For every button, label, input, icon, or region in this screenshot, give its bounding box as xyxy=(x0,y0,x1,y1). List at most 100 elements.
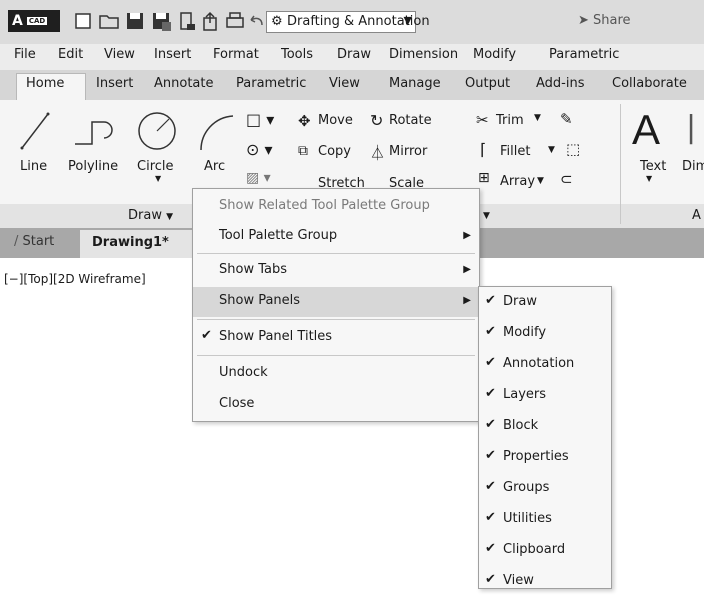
menu-view[interactable]: View xyxy=(104,47,135,62)
tab-annotate[interactable]: Annotate xyxy=(154,76,213,91)
ellipse-icon[interactable]: ⊙ ▾ xyxy=(246,140,273,159)
menu-draw[interactable]: Draw xyxy=(337,47,371,62)
menu-item-undock[interactable]: Undock xyxy=(193,359,479,389)
line-icon[interactable] xyxy=(20,112,50,150)
menu-item-close[interactable]: Close xyxy=(193,390,479,420)
submenu-item-annotation[interactable]: ✔ Annotation xyxy=(479,349,611,380)
menu-item-show-tabs[interactable]: Show Tabs ▶ xyxy=(193,256,479,286)
checkmark-icon: ✔ xyxy=(485,324,496,339)
save-as-icon[interactable] xyxy=(150,10,172,32)
submenu-arrow-icon: ▶ xyxy=(463,264,471,275)
copy-tool[interactable]: Copy xyxy=(318,144,351,159)
rectangle-icon[interactable]: □ ▾ xyxy=(246,110,274,129)
array-icon: ⊞ xyxy=(478,170,490,186)
file-tab-drawing[interactable]: Drawing1* xyxy=(80,230,194,258)
panel-title-draw[interactable]: Draw ▼ xyxy=(128,208,173,223)
save-icon[interactable] xyxy=(124,10,146,32)
array-dropdown-icon[interactable]: ▼ xyxy=(537,176,544,186)
tab-manage[interactable]: Manage xyxy=(389,76,441,91)
app-logo[interactable]: A CAD xyxy=(8,10,60,32)
menu-edit[interactable]: Edit xyxy=(58,47,83,62)
submenu-item-modify[interactable]: ✔ Modify xyxy=(479,318,611,349)
menu-tools[interactable]: Tools xyxy=(281,47,313,62)
open-folder-icon[interactable] xyxy=(98,10,120,32)
tab-add-ins[interactable]: Add-ins xyxy=(536,76,584,91)
tab-home[interactable]: Home xyxy=(26,76,64,91)
move-tool[interactable]: Move xyxy=(318,113,353,128)
text-tool-label[interactable]: Text xyxy=(640,159,666,174)
stretch-tool[interactable]: Stretch xyxy=(318,176,365,188)
menu-format[interactable]: Format xyxy=(213,47,259,62)
tab-view[interactable]: View xyxy=(329,76,360,91)
polyline-tool-label[interactable]: Polyline xyxy=(68,159,118,174)
arc-icon[interactable] xyxy=(195,110,237,152)
panel-separator xyxy=(620,104,621,224)
chevron-down-icon: ▼ xyxy=(403,14,412,27)
workspace-switcher[interactable]: ⚙ Drafting & Annotation ▼ xyxy=(266,11,430,33)
dimension-tool-label[interactable]: Dim xyxy=(682,159,704,174)
menu-separator xyxy=(197,253,475,254)
panel-modify-expand-icon[interactable]: ▼ xyxy=(483,211,490,221)
menu-item-label: Show Panels xyxy=(219,293,301,308)
panel-title-annotation[interactable]: A xyxy=(692,208,701,223)
erase-icon[interactable]: ✎ xyxy=(560,110,573,128)
menu-dimension[interactable]: Dimension xyxy=(389,47,458,62)
checkmark-icon: ✔ xyxy=(201,328,212,343)
file-tab-start[interactable]: / Start xyxy=(14,234,54,249)
menu-item-label: Undock xyxy=(219,365,268,380)
menu-item-label: Close xyxy=(219,396,255,411)
menu-file[interactable]: File xyxy=(14,47,36,62)
text-tool-icon[interactable]: A xyxy=(632,106,660,154)
arc-tool-label[interactable]: Arc xyxy=(204,159,225,174)
menu-modify[interactable]: Modify xyxy=(473,47,516,62)
submenu-item-clipboard[interactable]: ✔ Clipboard xyxy=(479,535,611,566)
submenu-item-view[interactable]: ✔ View xyxy=(479,566,611,597)
checkmark-icon: ✔ xyxy=(485,479,496,494)
submenu-item-draw[interactable]: ✔ Draw xyxy=(479,287,611,318)
share-button[interactable]: ➤ Share xyxy=(578,13,631,28)
submenu-item-label: Block xyxy=(503,418,539,433)
submenu-item-groups[interactable]: ✔ Groups xyxy=(479,473,611,504)
tab-output[interactable]: Output xyxy=(465,76,510,91)
text-dropdown-icon[interactable]: ▼ xyxy=(646,174,652,183)
array-tool[interactable]: Array xyxy=(500,174,535,189)
menu-item-tool-palette-group[interactable]: Tool Palette Group ▶ xyxy=(193,222,479,252)
menu-item-show-panels[interactable]: Show Panels ▶ xyxy=(193,287,479,317)
offset-icon[interactable]: ⊂ xyxy=(560,170,573,188)
polyline-icon[interactable] xyxy=(72,112,116,150)
line-tool-label[interactable]: Line xyxy=(20,159,47,174)
scale-tool[interactable]: Scale xyxy=(389,176,424,188)
submenu-item-utilities[interactable]: ✔ Utilities xyxy=(479,504,611,535)
submenu-item-properties[interactable]: ✔ Properties xyxy=(479,442,611,473)
circle-icon[interactable] xyxy=(136,110,178,152)
undo-icon[interactable] xyxy=(248,10,264,32)
viewport-controls[interactable]: [−][Top][2D Wireframe] xyxy=(4,272,146,286)
rotate-tool[interactable]: Rotate xyxy=(389,113,432,128)
tab-parametric[interactable]: Parametric xyxy=(236,76,306,91)
menu-insert[interactable]: Insert xyxy=(154,47,191,62)
trim-icon: ✂ xyxy=(476,111,489,129)
trim-dropdown-icon[interactable]: ▼ xyxy=(534,113,541,123)
tab-insert[interactable]: Insert xyxy=(96,76,133,91)
checkmark-icon: ✔ xyxy=(485,293,496,308)
new-file-icon[interactable] xyxy=(72,10,94,32)
trim-tool[interactable]: Trim xyxy=(496,113,524,128)
menu-item-show-related-tool-palette-group[interactable]: Show Related Tool Palette Group xyxy=(193,192,479,222)
fillet-tool[interactable]: Fillet xyxy=(500,144,530,159)
share-upload-icon[interactable] xyxy=(200,10,222,32)
dimension-icon[interactable]: | xyxy=(686,110,696,145)
print-icon[interactable] xyxy=(224,10,246,32)
fillet-dropdown-icon[interactable]: ▼ xyxy=(548,145,555,155)
mirror-tool[interactable]: Mirror xyxy=(389,144,427,159)
tab-collaborate[interactable]: Collaborate xyxy=(612,76,687,91)
circle-tool-label[interactable]: Circle xyxy=(137,159,174,174)
plot-icon[interactable] xyxy=(176,10,198,32)
submenu-item-layers[interactable]: ✔ Layers xyxy=(479,380,611,411)
menu-parametric[interactable]: Parametric xyxy=(549,47,619,62)
hatch-icon[interactable]: ▨ ▾ xyxy=(246,170,271,186)
submenu-item-label: Properties xyxy=(503,449,569,464)
submenu-item-block[interactable]: ✔ Block xyxy=(479,411,611,442)
menu-item-show-panel-titles[interactable]: ✔ Show Panel Titles xyxy=(193,323,479,353)
explode-icon[interactable]: ⬚ xyxy=(566,140,580,158)
circle-dropdown-icon[interactable]: ▼ xyxy=(155,174,161,183)
